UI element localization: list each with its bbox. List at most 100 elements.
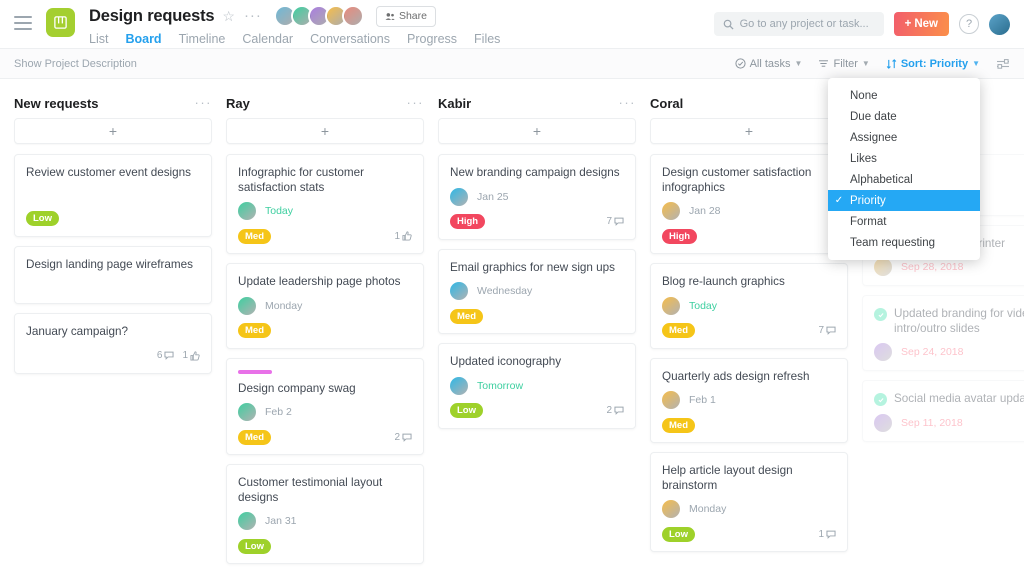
check-icon: ✓ (828, 132, 850, 143)
card-due-date[interactable]: Monday (265, 300, 302, 312)
sort-option-label: Due date (850, 111, 897, 123)
avatar[interactable] (874, 414, 892, 432)
priority-badge[interactable]: High (662, 229, 697, 244)
card-title-row: Email graphics for new sign ups (450, 261, 624, 276)
card-due-date[interactable]: Jan 28 (689, 205, 721, 217)
task-card[interactable]: Quarterly ads design refreshFeb 1Med (650, 358, 848, 444)
menu-icon[interactable] (14, 16, 32, 30)
avatar[interactable] (662, 391, 680, 409)
card-due-date[interactable]: Sep 28, 2018 (901, 261, 963, 273)
task-card[interactable]: Design landing page wireframes (14, 246, 212, 305)
task-complete-icon[interactable] (874, 393, 887, 406)
priority-badge[interactable]: Low (238, 539, 271, 554)
column-menu-icon[interactable]: ··· (195, 100, 213, 106)
more-horizontal-icon[interactable]: ··· (244, 12, 262, 20)
card-due-date[interactable]: Sep 24, 2018 (901, 346, 963, 358)
priority-badge[interactable]: Med (450, 309, 483, 324)
card-due-date[interactable]: Feb 1 (689, 394, 716, 406)
priority-badge[interactable]: Med (238, 323, 271, 338)
check-icon: ✓ (828, 111, 850, 122)
priority-badge[interactable]: Low (26, 211, 59, 226)
avatar[interactable] (874, 258, 892, 276)
star-icon[interactable]: ☆ (222, 9, 235, 23)
task-card[interactable]: Social media avatar updatesSep 11, 2018 (862, 380, 1024, 442)
priority-badge[interactable]: Med (238, 430, 271, 445)
sort-option-likes[interactable]: ✓Likes (828, 148, 980, 169)
card-footer: Med (450, 308, 624, 324)
priority-badge[interactable]: Med (662, 418, 695, 433)
card-footer: High7 (450, 214, 624, 230)
add-task-button[interactable]: + (438, 118, 636, 144)
task-card[interactable]: Infographic for customer satisfaction st… (226, 154, 424, 254)
task-card[interactable]: Blog re-launch graphicsTodayMed7 (650, 263, 848, 349)
card-due-date[interactable]: Wednesday (477, 285, 532, 297)
sort-option-priority[interactable]: ✓Priority (828, 190, 980, 211)
share-button[interactable]: Share (376, 6, 436, 27)
sort-option-assignee[interactable]: ✓Assignee (828, 127, 980, 148)
new-button[interactable]: + New (894, 12, 949, 36)
filter-button[interactable]: Filter ▼ (818, 58, 869, 70)
add-task-button[interactable]: + (650, 118, 848, 144)
card-title: Updated branding for video intro/outro s… (894, 307, 1024, 336)
column-menu-icon[interactable]: ··· (619, 100, 637, 106)
sort-option-team-requesting[interactable]: ✓Team requesting (828, 232, 980, 253)
task-card[interactable]: Customer testimonial layout designsJan 3… (226, 464, 424, 564)
avatar[interactable] (238, 297, 256, 315)
card-due-date[interactable]: Feb 2 (265, 406, 292, 418)
show-project-description-link[interactable]: Show Project Description (14, 58, 137, 70)
avatar[interactable] (662, 500, 680, 518)
card-due-date[interactable]: Jan 25 (477, 191, 509, 203)
sort-option-label: Assignee (850, 132, 897, 144)
task-card[interactable]: Design customer satisfaction infographic… (650, 154, 848, 254)
search-input[interactable]: Go to any project or task... (714, 12, 884, 36)
avatar[interactable] (662, 202, 680, 220)
sort-option-alphabetical[interactable]: ✓Alphabetical (828, 169, 980, 190)
avatar[interactable] (238, 202, 256, 220)
card-due-date[interactable]: Monday (689, 503, 726, 515)
task-card[interactable]: New branding campaign designsJan 25High7 (438, 154, 636, 240)
task-complete-icon[interactable] (874, 308, 887, 321)
task-card[interactable]: Update leadership page photosMondayMed (226, 263, 424, 349)
task-card[interactable]: Help article layout design brainstormMon… (650, 452, 848, 552)
avatar[interactable] (874, 343, 892, 361)
sort-option-label: Priority (850, 195, 886, 207)
avatar[interactable] (238, 512, 256, 530)
priority-badge[interactable]: Med (662, 323, 695, 338)
avatar[interactable] (989, 14, 1010, 35)
avatar[interactable] (238, 403, 256, 421)
card-due-date[interactable]: Today (265, 205, 293, 217)
task-card[interactable]: Review customer event designsLow (14, 154, 212, 237)
card-due-date[interactable]: Tomorrow (477, 380, 523, 392)
sort-button[interactable]: Sort: Priority ▼ (886, 58, 980, 70)
task-card[interactable]: Updated iconographyTomorrowLow2 (438, 343, 636, 429)
add-task-button[interactable]: + (226, 118, 424, 144)
avatar[interactable] (342, 5, 364, 27)
task-card[interactable]: January campaign?61 (14, 313, 212, 374)
card-due-date[interactable]: Sep 11, 2018 (901, 417, 963, 429)
check-icon: ✓ (828, 174, 850, 185)
priority-badge[interactable]: High (450, 214, 485, 229)
add-task-button[interactable]: + (14, 118, 212, 144)
card-due-date[interactable]: Jan 31 (265, 515, 297, 527)
new-button-label: New (914, 18, 938, 30)
all-tasks-filter[interactable]: All tasks ▼ (735, 58, 803, 70)
task-card[interactable]: Email graphics for new sign ups Wednesday… (438, 249, 636, 335)
priority-badge[interactable]: Med (238, 229, 271, 244)
task-card[interactable]: Design company swagFeb 2Med2 (226, 358, 424, 456)
priority-badge[interactable]: Low (662, 527, 695, 542)
avatar[interactable] (450, 377, 468, 395)
avatar[interactable] (450, 188, 468, 206)
column-title: New requests (14, 96, 99, 111)
task-card[interactable]: Updated branding for video intro/outro s… (862, 295, 1024, 371)
sliders-icon[interactable] (996, 58, 1010, 70)
sort-option-format[interactable]: ✓Format (828, 211, 980, 232)
help-icon[interactable]: ? (959, 14, 979, 34)
sort-option-none[interactable]: ✓None (828, 85, 980, 106)
avatar[interactable] (662, 297, 680, 315)
card-due-date[interactable]: Today (689, 300, 717, 312)
avatar[interactable] (450, 282, 468, 300)
column-menu-icon[interactable]: ··· (407, 100, 425, 106)
card-footer: Med7 (662, 323, 836, 339)
priority-badge[interactable]: Low (450, 403, 483, 418)
sort-option-due-date[interactable]: ✓Due date (828, 106, 980, 127)
